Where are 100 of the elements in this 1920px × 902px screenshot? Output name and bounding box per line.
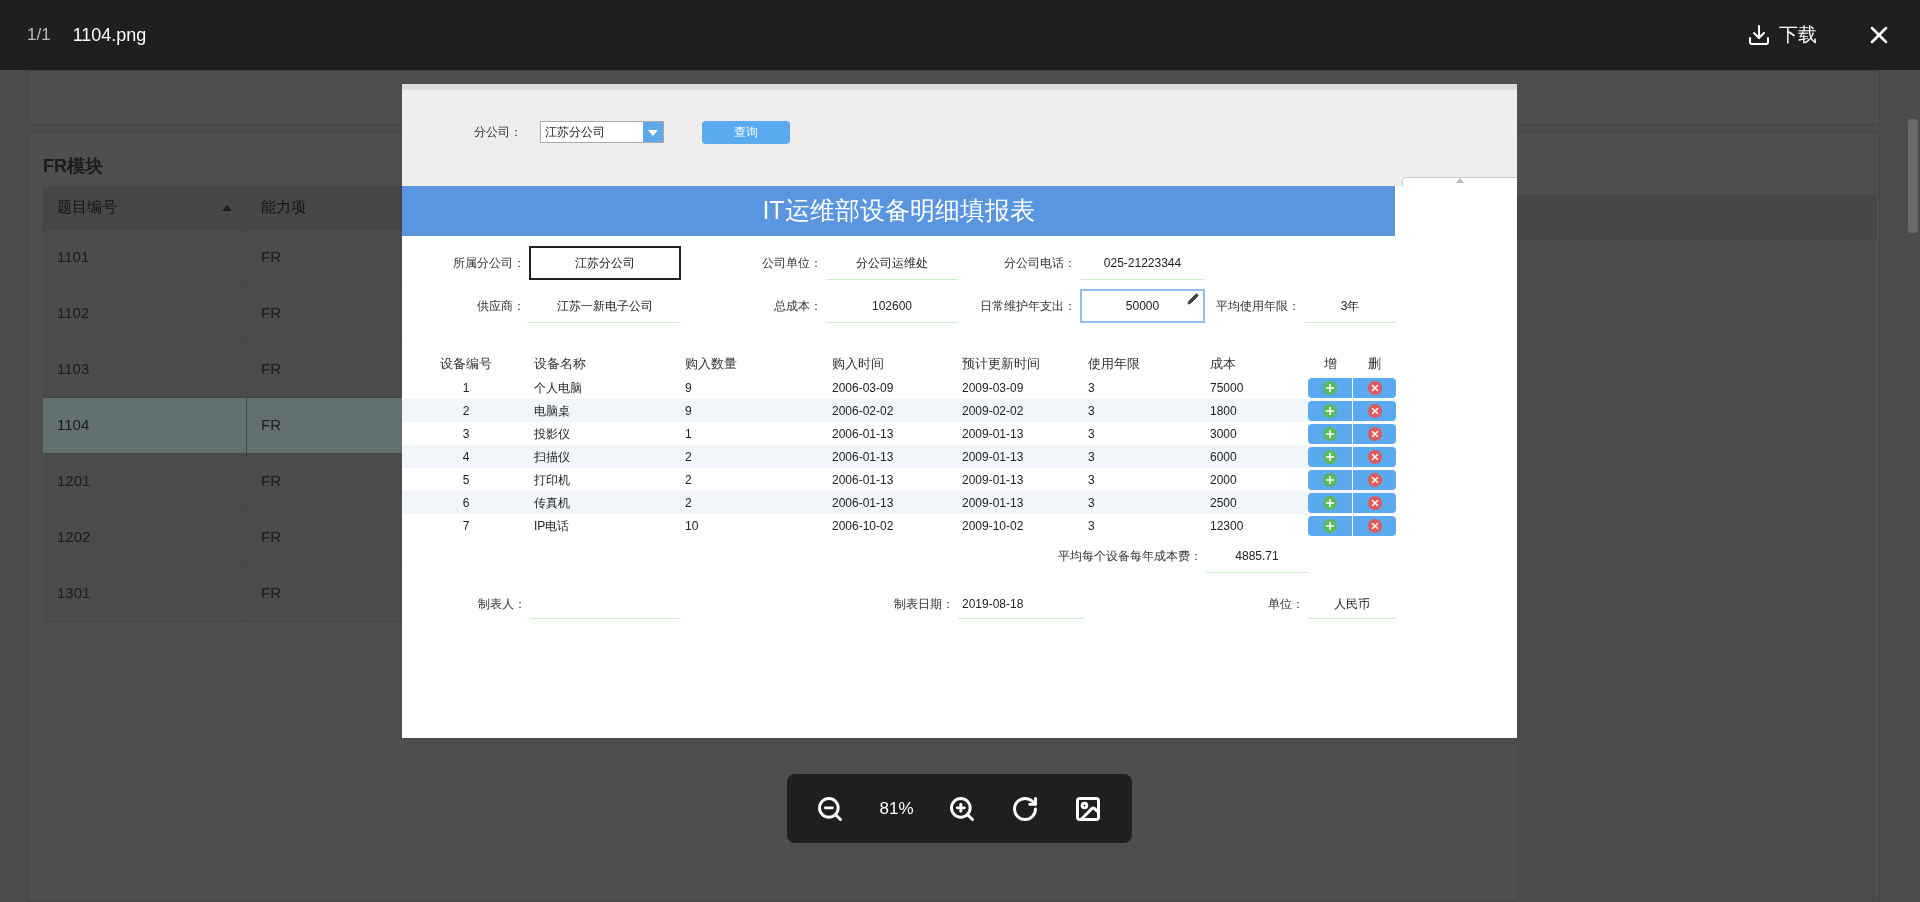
delete-row-button[interactable] [1352,469,1396,490]
average-cost-value: 4885.71 [1206,539,1308,573]
table-cell-text: 2006-03-09 [831,379,895,397]
delete-icon [1367,518,1382,533]
footer-value[interactable]: 人民币 [1308,589,1396,619]
sort-ascending-icon [222,204,232,211]
table-cell-text: 75000 [1209,379,1245,397]
table-cell-text: 2006-01-13 [831,425,895,443]
table-cell-text: 2 [684,494,693,512]
zoom-in-button[interactable] [948,794,977,823]
add-row-button[interactable] [1308,515,1352,536]
field-value[interactable]: 025-21223344 [1080,246,1205,280]
delete-row-button[interactable] [1352,515,1396,536]
plus-icon [1323,380,1337,395]
footer-label: 制表日期： [893,596,955,613]
footer-label: 单位： [1267,596,1305,613]
zoom-level: 81% [879,797,914,820]
table-cell-text: 传真机 [533,494,571,512]
table-cell-text: 2009-01-13 [961,425,1025,443]
table-cell-text: FR [260,415,282,436]
delete-row-button[interactable] [1352,377,1396,398]
image-counter: 1/1 [27,24,51,47]
table-cell-text: 3 [1087,517,1096,535]
delete-icon [1367,403,1382,418]
zoom-out-button[interactable] [816,794,845,823]
branch-dropdown[interactable]: 江苏分公司 [540,121,664,143]
add-row-button[interactable] [1308,423,1352,444]
pencil-icon [1187,293,1199,305]
plus-icon [1323,495,1337,510]
delete-row-button[interactable] [1352,423,1396,444]
column-header: 购入时间 [831,355,885,374]
plus-icon [1323,449,1337,464]
plus-icon [1323,472,1337,487]
table-cell-text: 3 [1087,379,1096,397]
table-cell-text: 3 [1087,448,1096,466]
table-cell-text: 2 [684,471,693,489]
field-value[interactable]: 分公司运维处 [826,246,958,280]
field-value[interactable]: 3年 [1304,289,1396,323]
add-row-button[interactable] [1308,446,1352,467]
footer-value[interactable]: 2019-08-18 [958,589,1084,619]
table-cell-text: 3 [1087,402,1096,420]
table-cell-text: 2009-01-13 [961,471,1025,489]
table-cell-text: 2009-02-02 [961,402,1025,420]
table-cell-text: 电脑桌 [533,402,571,420]
table-cell-text: 打印机 [533,471,571,489]
column-header: 设备编号 [439,355,493,374]
delete-row-button[interactable] [1352,492,1396,513]
table-cell-text: 5 [461,471,471,489]
table-cell-text: 2000 [1209,471,1238,489]
delete-icon [1367,380,1382,395]
original-size-button[interactable] [1074,794,1103,823]
scrollbar-thumb[interactable] [1908,119,1918,233]
column-header: 使用年限 [1087,355,1141,374]
field-value[interactable]: 江苏分公司 [529,246,681,280]
rotate-button[interactable] [1011,794,1040,823]
table-cell-text: 2009-03-09 [961,379,1025,397]
column-header: 删 [1366,355,1382,374]
column-header: 购入数量 [684,355,738,374]
table-cell-text: 2009-01-13 [961,448,1025,466]
field-value[interactable]: 102600 [826,289,958,323]
table-cell-text: 2006-01-13 [831,494,895,512]
delete-icon [1367,426,1382,441]
add-row-button[interactable] [1308,492,1352,513]
table-cell-text: 1 [684,425,693,443]
download-icon [1747,23,1771,47]
delete-row-button[interactable] [1352,400,1396,421]
add-row-button[interactable] [1308,377,1352,398]
table-cell-text: 扫描仪 [533,448,571,466]
field-label: 分公司电话： [1003,255,1077,272]
collapse-arrow-icon [1456,178,1464,183]
table-cell-text: IP电话 [533,517,571,535]
download-button[interactable]: 下载 [1747,20,1817,50]
field-label: 供应商： [476,298,526,315]
add-row-button[interactable] [1308,469,1352,490]
table-cell-text: 9 [684,402,693,420]
delete-row-button[interactable] [1352,446,1396,467]
table-cell-text: 7 [461,517,471,535]
plus-icon [1323,403,1337,418]
filter-label: 分公司： [474,124,522,141]
column-header: 成本 [1209,355,1237,374]
table-cell-text: 2009-10-02 [961,517,1025,535]
collapse-handle[interactable] [1402,177,1517,186]
field-label: 所属分公司： [452,255,526,272]
field-value[interactable]: 江苏一新电子公司 [529,289,681,323]
table-cell-text: 1800 [1209,402,1238,420]
table-cell-text: 2006-01-13 [831,448,895,466]
table-cell-text: 投影仪 [533,425,571,443]
average-cost-label: 平均每个设备每年成本费： [1057,548,1203,565]
field-label: 公司单位： [761,255,823,272]
table-cell-text: 2009-01-13 [961,494,1025,512]
table-cell-text: 3000 [1209,425,1238,443]
table-cell-text: 3 [461,425,471,443]
table-cell-text: 个人电脑 [533,379,583,397]
table-cell-text: 6000 [1209,448,1238,466]
footer-label: 制表人： [477,596,527,613]
table-cell-text: 2500 [1209,494,1238,512]
field-value[interactable]: 50000 [1080,289,1205,323]
add-row-button[interactable] [1308,400,1352,421]
table-cell-text: 4 [461,448,471,466]
field-label: 平均使用年限： [1215,298,1301,315]
